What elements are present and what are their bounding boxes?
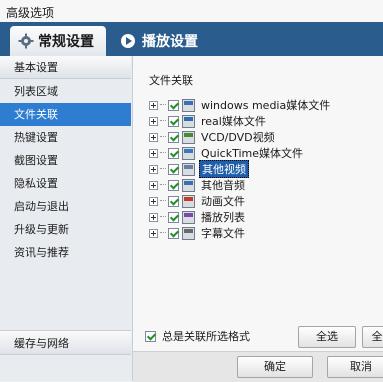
main-panel: 文件关联 windows media媒体文件 real媒体文件 VCD/DVD视… xyxy=(133,56,383,381)
tree-label: 播放列表 xyxy=(201,211,245,224)
checkbox-vcd-dvd[interactable] xyxy=(168,131,179,143)
expand-icon[interactable] xyxy=(149,196,158,206)
expand-icon[interactable] xyxy=(149,116,158,126)
file-type-icon xyxy=(182,226,195,240)
tree-line xyxy=(160,104,166,106)
sidebar-item-news-recommend[interactable]: 资讯与推荐 xyxy=(0,241,131,264)
tree-line xyxy=(160,168,166,170)
tab-bar: 常规设置 播放设置 xyxy=(0,22,383,56)
sidebar-item-list-area[interactable]: 列表区域 xyxy=(0,80,131,103)
always-associate-checkbox[interactable] xyxy=(145,330,156,342)
sidebar-item-startup-exit[interactable]: 启动与退出 xyxy=(0,195,131,218)
checkbox-quicktime[interactable] xyxy=(168,147,179,159)
tree-row-other-audio[interactable]: 其他音频 xyxy=(145,178,247,192)
tree-line xyxy=(160,232,166,234)
tree-row-vcd-dvd[interactable]: VCD/DVD视频 xyxy=(145,130,277,144)
tree-label: VCD/DVD视频 xyxy=(201,131,275,144)
window-title: 高级选项 xyxy=(6,6,55,20)
tree-row-windows-media[interactable]: windows media媒体文件 xyxy=(145,98,332,112)
checkbox-animation[interactable] xyxy=(168,195,179,207)
tree-label: real媒体文件 xyxy=(201,115,266,128)
tree-row-subtitle[interactable]: 字幕文件 xyxy=(145,226,247,240)
expand-icon[interactable] xyxy=(149,180,158,190)
tree-row-playlist[interactable]: 播放列表 xyxy=(145,210,247,224)
section-title: 文件关联 xyxy=(149,74,193,87)
clear-all-button[interactable]: 全 xyxy=(362,326,383,348)
tab-playback-settings[interactable]: 播放设置 xyxy=(112,26,206,56)
sidebar-item-hotkey-settings[interactable]: 热键设置 xyxy=(0,126,131,149)
tree-line xyxy=(160,120,166,122)
file-type-icon xyxy=(182,130,195,144)
file-type-icon xyxy=(182,98,195,112)
tree-line xyxy=(160,152,166,154)
checkbox-other-audio[interactable] xyxy=(168,179,179,191)
tree-label: 其他视频 xyxy=(199,160,249,178)
expand-icon[interactable] xyxy=(149,212,158,222)
expand-icon[interactable] xyxy=(149,228,158,238)
ok-button[interactable]: 确定 xyxy=(237,356,313,378)
expand-icon[interactable] xyxy=(149,132,158,142)
always-associate-option[interactable]: 总是关联所选格式 xyxy=(145,328,250,344)
tree-line xyxy=(160,136,166,138)
tree-row-animation[interactable]: 动画文件 xyxy=(145,194,247,208)
play-settings-icon xyxy=(121,34,135,48)
file-type-icon xyxy=(182,114,195,128)
checkbox-windows-media[interactable] xyxy=(168,99,179,111)
tree-row-real-media[interactable]: real媒体文件 xyxy=(145,114,268,128)
tree-line xyxy=(160,184,166,186)
tree-label: QuickTime媒体文件 xyxy=(201,147,304,160)
tree-label: windows media媒体文件 xyxy=(201,99,331,112)
tree-label: 字幕文件 xyxy=(201,227,245,240)
checkbox-other-video[interactable] xyxy=(168,163,179,175)
select-all-button[interactable]: 全选 xyxy=(298,326,356,348)
sidebar-item-upgrade-update[interactable]: 升级与更新 xyxy=(0,218,131,241)
tree-row-other-video[interactable]: 其他视频 xyxy=(145,160,249,178)
tree-line xyxy=(160,216,166,218)
file-type-icon xyxy=(182,194,195,208)
file-type-icon xyxy=(182,210,195,224)
file-type-icon xyxy=(182,146,195,160)
tree-label: 其他音频 xyxy=(201,179,245,192)
cancel-button[interactable]: 取消 xyxy=(327,356,383,378)
sidebar-item-screenshot-settings[interactable]: 截图设置 xyxy=(0,149,131,172)
checkbox-playlist[interactable] xyxy=(168,211,179,223)
expand-icon[interactable] xyxy=(149,100,158,110)
tree-label: 动画文件 xyxy=(201,195,245,208)
dialog-button-bar: 确定 取消 xyxy=(133,351,383,382)
tree-line xyxy=(160,200,166,202)
checkbox-subtitle[interactable] xyxy=(168,227,179,239)
title-bar: 高级选项 xyxy=(0,0,383,22)
sidebar-item-cache-network[interactable]: 缓存与网络 xyxy=(0,330,131,355)
sidebar-item-basic-settings[interactable]: 基本设置 xyxy=(0,56,131,79)
tab-label: 播放设置 xyxy=(142,34,198,50)
file-type-icon xyxy=(182,178,195,192)
expand-icon[interactable] xyxy=(149,148,158,158)
tab-label: 常规设置 xyxy=(38,34,94,50)
always-associate-label: 总是关联所选格式 xyxy=(162,330,250,343)
tree-row-quicktime[interactable]: QuickTime媒体文件 xyxy=(145,146,305,160)
expand-icon[interactable] xyxy=(149,164,158,174)
checkbox-real-media[interactable] xyxy=(168,115,179,127)
file-type-icon xyxy=(182,162,195,176)
tab-general-settings[interactable]: 常规设置 xyxy=(10,26,106,56)
sidebar-item-file-association[interactable]: 文件关联 xyxy=(0,103,131,126)
gear-icon xyxy=(18,33,34,49)
sidebar-item-privacy-settings[interactable]: 隐私设置 xyxy=(0,172,131,195)
